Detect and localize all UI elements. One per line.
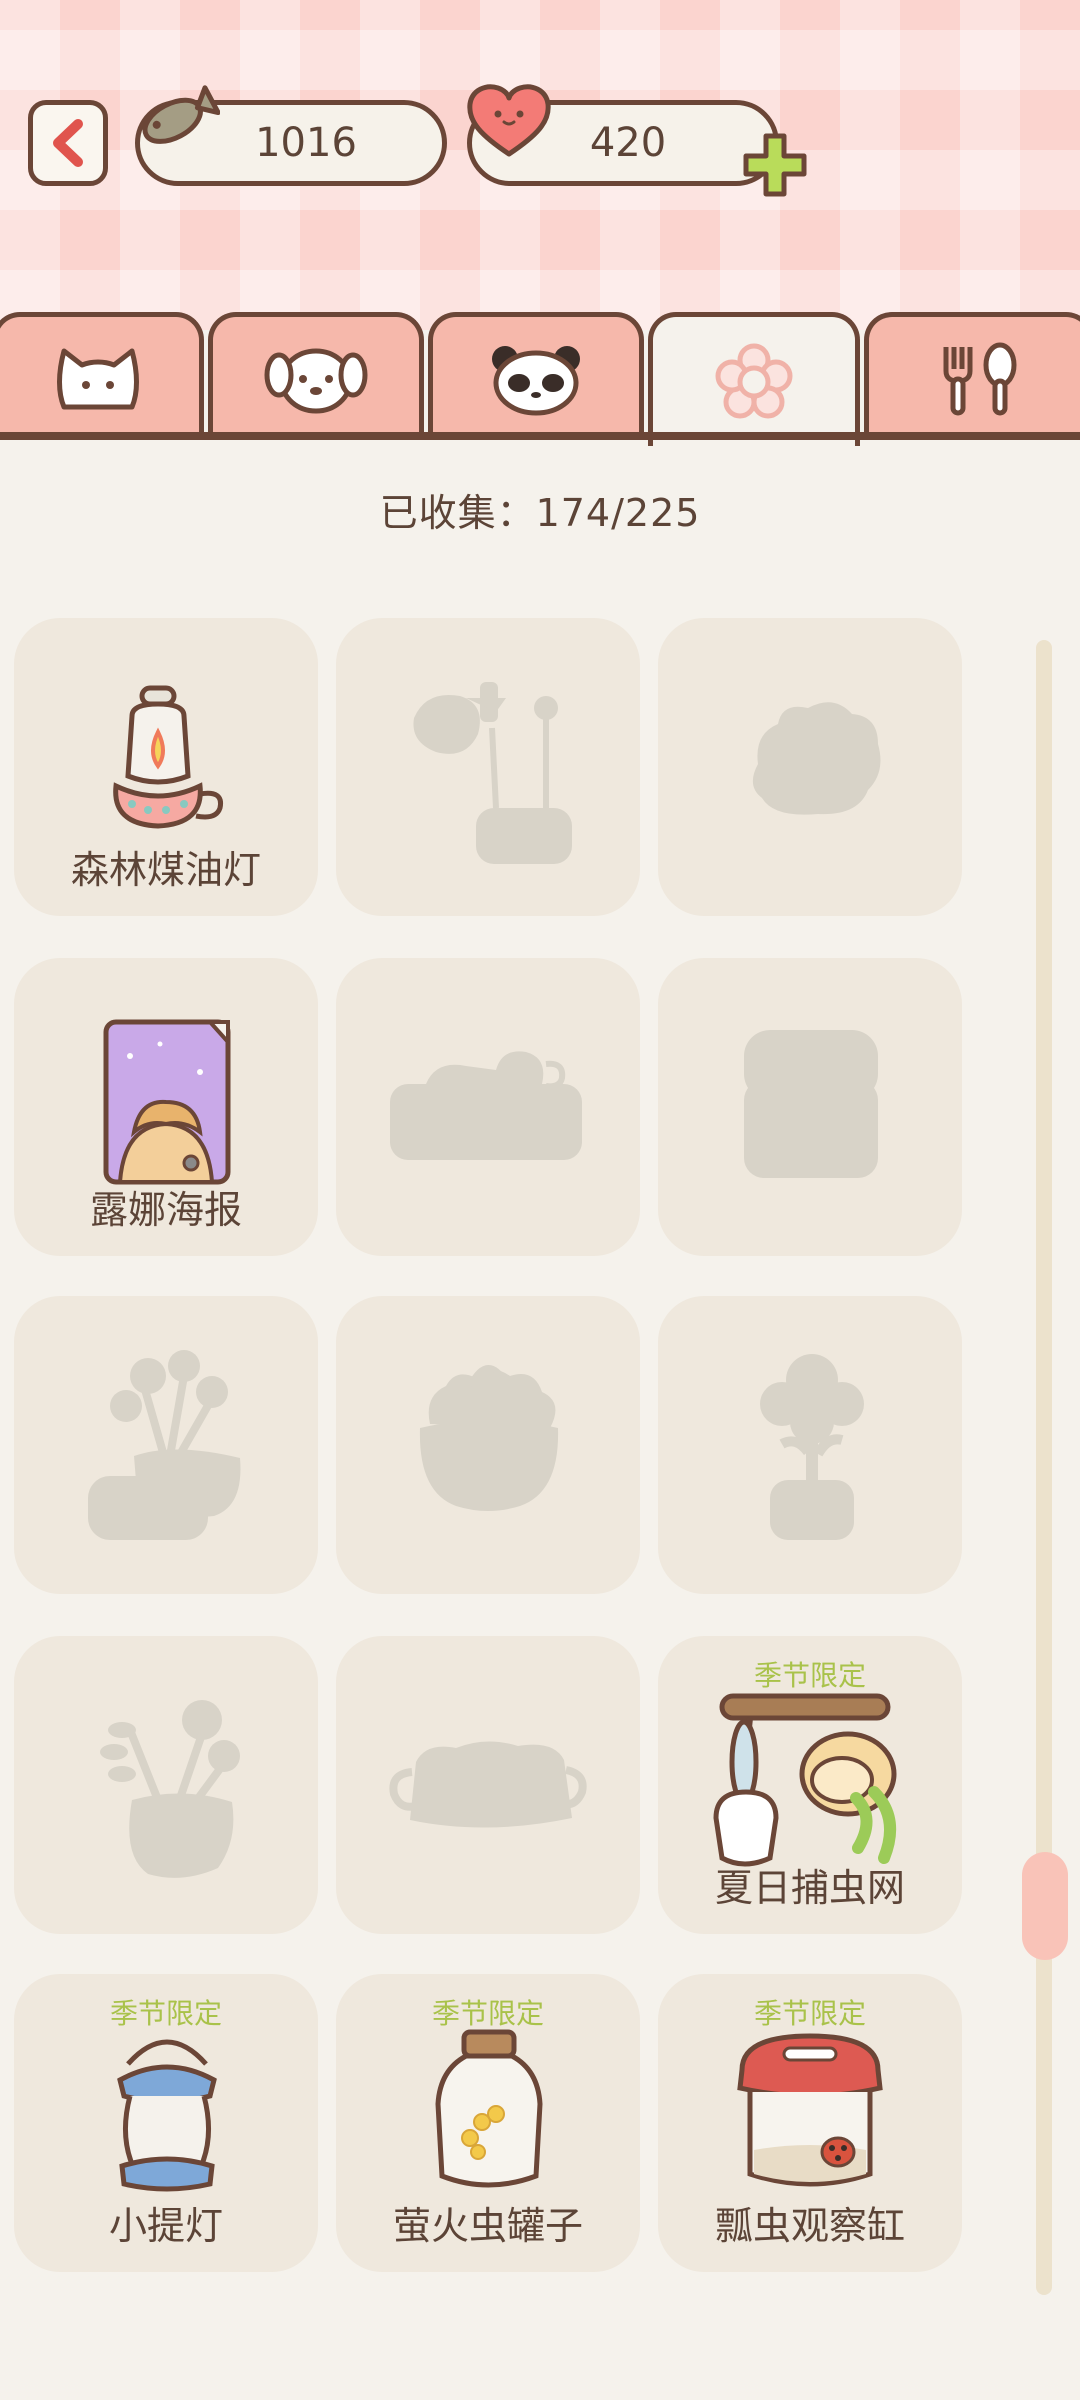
panda-icon: [492, 345, 580, 415]
category-tabs: [0, 312, 1080, 446]
locked-silhouette-icon: [88, 1350, 241, 1540]
item-name: 萤火虫罐子: [392, 2204, 583, 2248]
item-card-forest-oil-lamp[interactable]: 森林煤油灯: [14, 618, 318, 916]
back-button[interactable]: [28, 100, 108, 186]
item-name: 露娜海报: [89, 1188, 242, 1232]
locked-silhouette-icon: [752, 702, 881, 815]
item-card-luna-poster[interactable]: 露娜海报: [14, 958, 318, 1256]
item-card-small-lantern[interactable]: 季节限定 小提灯: [14, 1974, 318, 2272]
locked-silhouette-icon: [413, 682, 572, 864]
collected-count: 已收集：174/225: [379, 491, 701, 535]
oil-lamp-icon: [113, 685, 224, 829]
tab-panda[interactable]: [428, 312, 644, 440]
item-card-locked[interactable]: [336, 1636, 640, 1934]
item-name: 小提灯: [108, 2204, 223, 2248]
fish-amount: 1016: [255, 120, 357, 166]
heart-icon: [467, 84, 551, 157]
item-card-locked[interactable]: [658, 1296, 962, 1594]
tab-dog[interactable]: [208, 312, 424, 440]
item-card-ladybug-tank[interactable]: 季节限定 瓢虫观察缸: [658, 1974, 962, 2272]
cat-icon: [57, 348, 139, 409]
tab-food[interactable]: [864, 312, 1080, 440]
flower-icon: [715, 343, 793, 418]
tab-flower[interactable]: [648, 312, 860, 446]
item-name: 夏日捕虫网: [714, 1866, 905, 1910]
ladybug-tank-icon: [737, 2033, 883, 2187]
item-card-locked[interactable]: [14, 1636, 318, 1934]
lantern-icon: [117, 2039, 217, 2192]
firefly-jar-icon: [435, 2029, 543, 2188]
dog-icon: [264, 348, 368, 413]
tab-divider: [0, 432, 1080, 440]
locked-silhouette-icon: [419, 1365, 559, 1511]
item-card-locked[interactable]: [336, 1296, 640, 1594]
item-card-locked[interactable]: [336, 958, 640, 1256]
item-card-summer-bug-net[interactable]: 季节限定 夏日捕虫网: [658, 1636, 962, 1934]
item-card-locked[interactable]: [658, 618, 962, 916]
fork-spoon-icon: [943, 342, 1017, 415]
scrollbar-track[interactable]: [1036, 640, 1052, 2295]
locked-silhouette-icon: [100, 1700, 240, 1878]
locked-silhouette-icon: [760, 1354, 864, 1540]
poster-icon: [103, 1019, 231, 1185]
scrollbar-thumb[interactable]: [1022, 1852, 1068, 1960]
bug-net-icon: [713, 1693, 897, 1867]
item-card-locked[interactable]: [658, 958, 962, 1256]
heart-amount: 420: [589, 120, 667, 166]
item-name: 森林煤油灯: [70, 848, 261, 892]
header-background: 1016 420: [0, 0, 1080, 330]
item-card-firefly-jar[interactable]: 季节限定 萤火虫罐子: [336, 1974, 640, 2272]
locked-silhouette-icon: [389, 1741, 587, 1828]
tab-cat[interactable]: [0, 312, 204, 440]
item-card-locked[interactable]: [14, 1296, 318, 1594]
item-card-locked[interactable]: [336, 618, 640, 916]
locked-silhouette-icon: [390, 1051, 582, 1160]
item-name: 瓢虫观察缸: [714, 2204, 905, 2248]
add-hearts-button[interactable]: [740, 130, 810, 200]
fish-icon: [142, 85, 220, 144]
chevron-left-icon: [53, 119, 83, 167]
locked-silhouette-icon: [744, 1030, 878, 1178]
